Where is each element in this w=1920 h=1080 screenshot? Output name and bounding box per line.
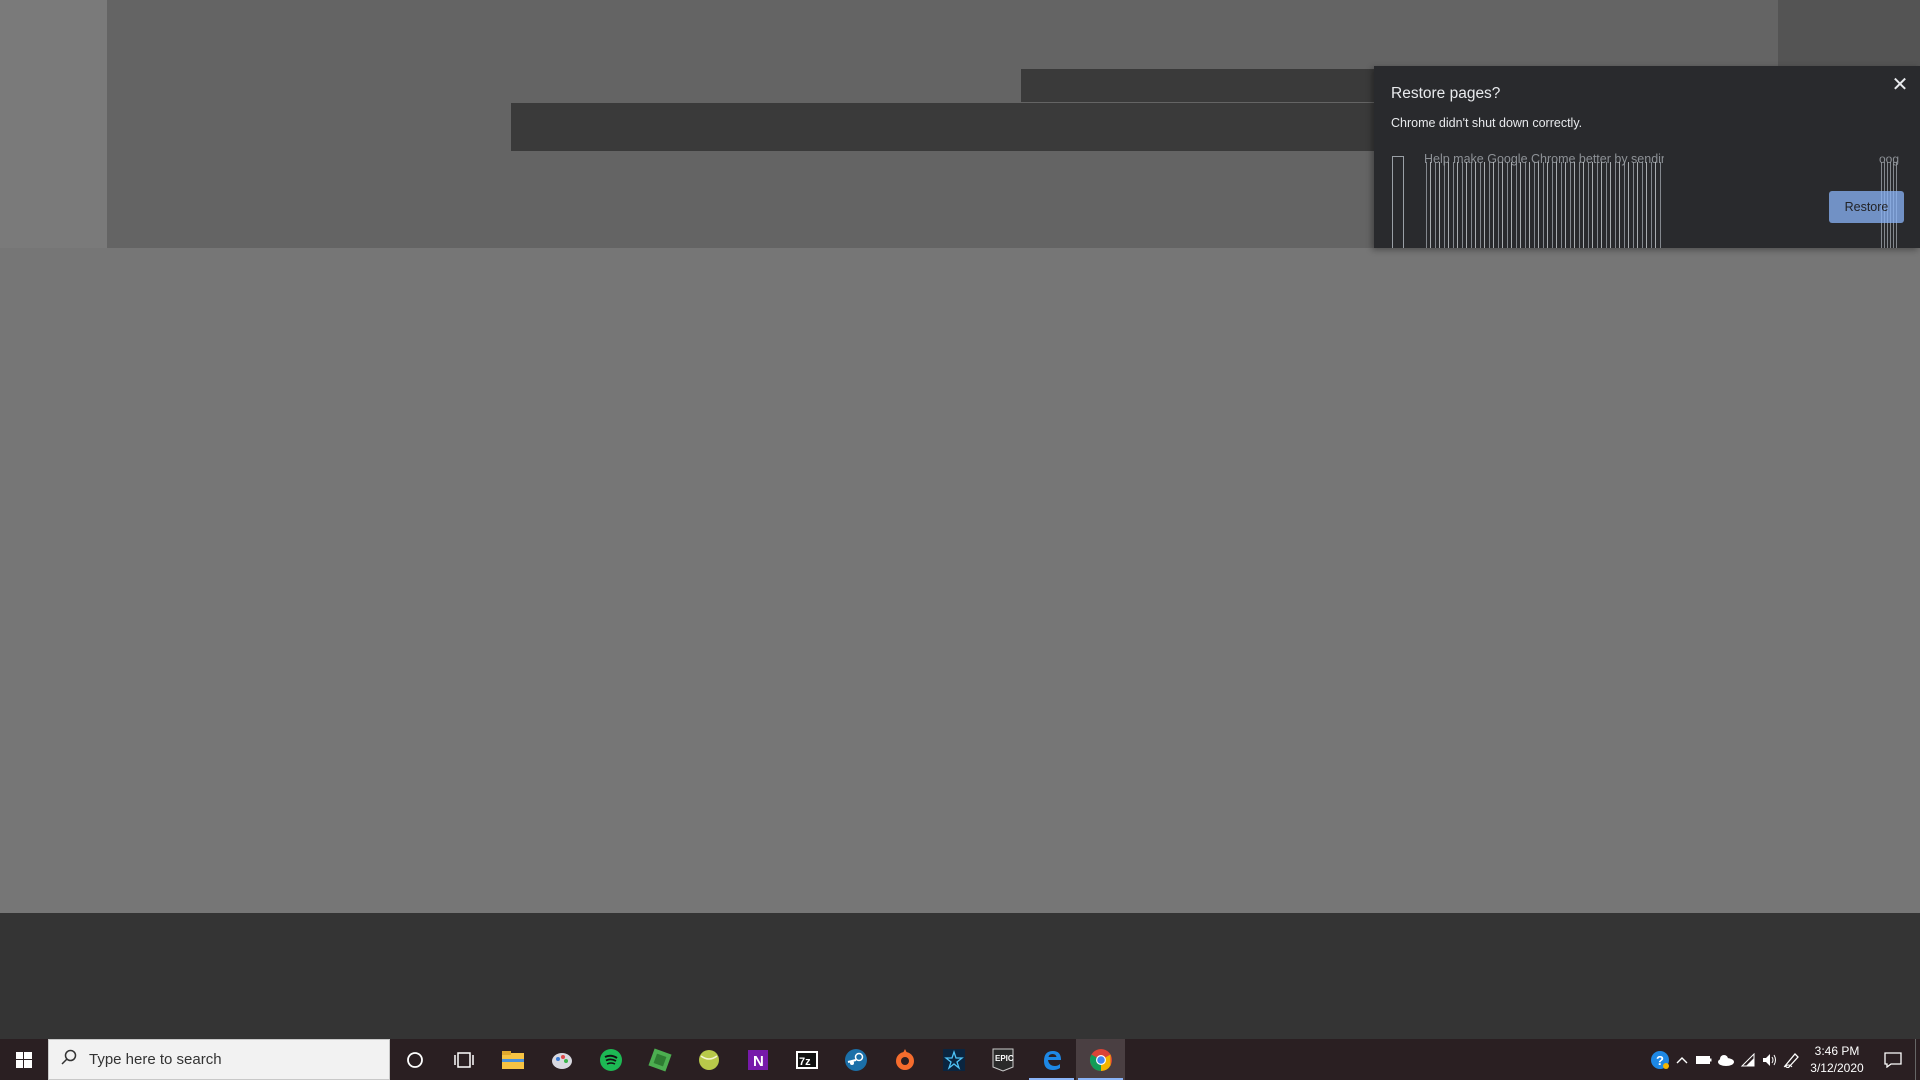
onenote-icon[interactable]: N bbox=[733, 1039, 782, 1080]
chrome-window-corner bbox=[1778, 0, 1920, 67]
chrome-toolbar-fragment bbox=[1021, 69, 1381, 102]
clock-time: 3:46 PM bbox=[1814, 1043, 1860, 1058]
search-input[interactable] bbox=[89, 1051, 369, 1068]
tennis-ball-app-icon[interactable] bbox=[684, 1039, 733, 1080]
onedrive-icon[interactable] bbox=[1715, 1039, 1737, 1080]
svg-text:N: N bbox=[753, 1053, 764, 1070]
svg-text:?: ? bbox=[1656, 1053, 1664, 1068]
restore-button[interactable]: Restore bbox=[1829, 191, 1904, 223]
system-tray: ? 3:46 PM 3/12/2020 bbox=[1649, 1039, 1920, 1080]
pen-ink-icon[interactable] bbox=[1781, 1039, 1803, 1080]
svg-text:EPIC: EPIC bbox=[995, 1054, 1014, 1063]
spotify-icon[interactable] bbox=[586, 1039, 635, 1080]
edge-icon[interactable] bbox=[1027, 1039, 1076, 1080]
7zip-icon[interactable]: 7z bbox=[782, 1039, 831, 1080]
chrome-icon[interactable] bbox=[1076, 1039, 1125, 1080]
chrome-omnibox-fragment bbox=[511, 103, 1381, 151]
close-icon[interactable]: ✕ bbox=[1890, 75, 1910, 95]
desktop-left-strip bbox=[0, 0, 107, 248]
chevron-up-icon[interactable] bbox=[1671, 1039, 1693, 1080]
epic-games-icon[interactable]: EPIC bbox=[978, 1039, 1027, 1080]
svg-text:7z: 7z bbox=[799, 1056, 811, 1068]
restore-pages-dialog: Restore pages? Chrome didn't shut down c… bbox=[1374, 66, 1920, 248]
steam-icon[interactable] bbox=[831, 1039, 880, 1080]
rendering-glitch-lines bbox=[1424, 162, 1664, 248]
dialog-message: Chrome didn't shut down correctly. bbox=[1391, 116, 1583, 130]
dialog-title: Restore pages? bbox=[1391, 85, 1501, 102]
show-desktop-button[interactable] bbox=[1915, 1039, 1920, 1080]
task-view-icon[interactable] bbox=[439, 1039, 488, 1080]
star-app-icon[interactable] bbox=[929, 1039, 978, 1080]
taskbar-clock[interactable]: 3:46 PM 3/12/2020 bbox=[1803, 1039, 1871, 1080]
windows-start-icon[interactable] bbox=[0, 1039, 48, 1080]
desktop-lower-panel bbox=[0, 913, 1920, 1039]
search-icon bbox=[61, 1049, 77, 1070]
file-explorer-icon[interactable] bbox=[488, 1039, 537, 1080]
volume-icon[interactable] bbox=[1759, 1039, 1781, 1080]
battery-icon[interactable] bbox=[1693, 1039, 1715, 1080]
taskbar-search[interactable] bbox=[48, 1039, 390, 1080]
action-center-icon[interactable] bbox=[1871, 1039, 1915, 1080]
usage-stats-checkbox[interactable] bbox=[1392, 156, 1404, 248]
wifi-icon[interactable] bbox=[1737, 1039, 1759, 1080]
cortana-icon[interactable] bbox=[390, 1039, 439, 1080]
taskbar: N 7z EPIC ? bbox=[0, 1039, 1920, 1080]
clock-date: 3/12/2020 bbox=[1810, 1060, 1864, 1075]
help-icon[interactable]: ? bbox=[1649, 1039, 1671, 1080]
paint-3d-icon[interactable] bbox=[537, 1039, 586, 1080]
minecraft-icon[interactable] bbox=[635, 1039, 684, 1080]
origin-icon[interactable] bbox=[880, 1039, 929, 1080]
